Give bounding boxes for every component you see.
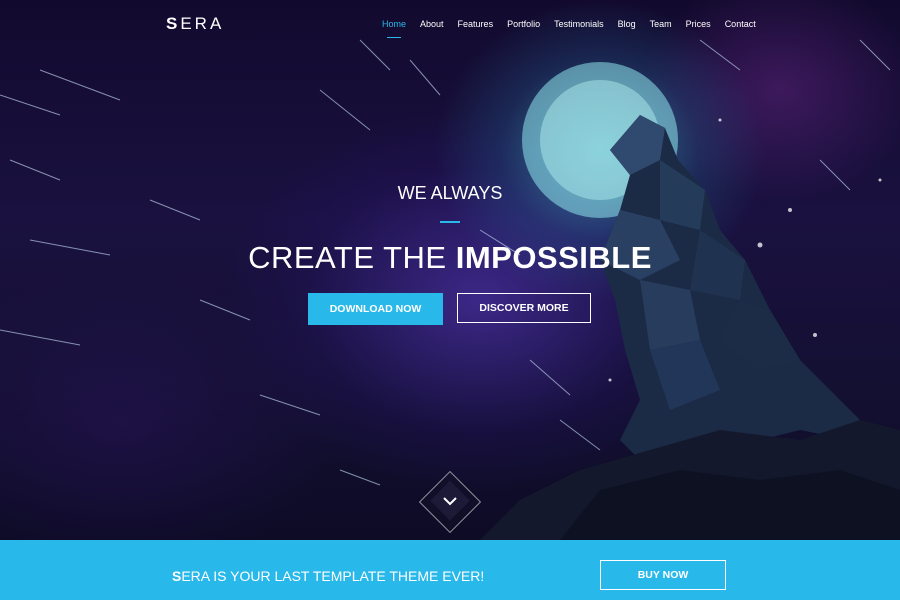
- nav-item-testimonials[interactable]: Testimonials: [554, 19, 604, 29]
- discover-more-button[interactable]: DISCOVER MORE: [457, 293, 591, 323]
- hero-divider: [440, 221, 460, 223]
- cta-text-initial: S: [172, 568, 182, 584]
- logo-rest: ERA: [180, 14, 225, 33]
- download-now-button[interactable]: DOWNLOAD NOW: [308, 293, 443, 325]
- nav-item-about[interactable]: About: [420, 19, 444, 29]
- nav-item-portfolio[interactable]: Portfolio: [507, 19, 540, 29]
- nav-item-features[interactable]: Features: [458, 19, 494, 29]
- nav-item-contact[interactable]: Contact: [725, 19, 756, 29]
- chevron-down-icon: [443, 497, 457, 506]
- nav-item-prices[interactable]: Prices: [686, 19, 711, 29]
- logo-initial: S: [166, 14, 181, 33]
- hero-headline-bold: IMPOSSIBLE: [455, 240, 652, 275]
- hero-kicker: WE ALWAYS: [397, 183, 503, 203]
- cta-bar: SERA IS YOUR LAST TEMPLATE THEME EVER! B…: [0, 540, 900, 600]
- hero-headline: CREATE THE IMPOSSIBLE: [0, 240, 900, 276]
- brand-logo[interactable]: SERA: [166, 14, 224, 34]
- nav-item-home[interactable]: Home: [382, 19, 406, 38]
- main-nav: Home About Features Portfolio Testimonia…: [382, 19, 770, 38]
- buy-now-button[interactable]: BUY NOW: [600, 560, 726, 590]
- cta-text: SERA IS YOUR LAST TEMPLATE THEME EVER!: [172, 568, 484, 584]
- nav-item-team[interactable]: Team: [650, 19, 672, 29]
- hero-headline-regular: CREATE THE: [248, 240, 456, 275]
- cta-text-rest: ERA IS YOUR LAST TEMPLATE THEME EVER!: [181, 568, 485, 584]
- nav-item-blog[interactable]: Blog: [618, 19, 636, 29]
- hero-section: SERA Home About Features Portfolio Testi…: [0, 0, 900, 540]
